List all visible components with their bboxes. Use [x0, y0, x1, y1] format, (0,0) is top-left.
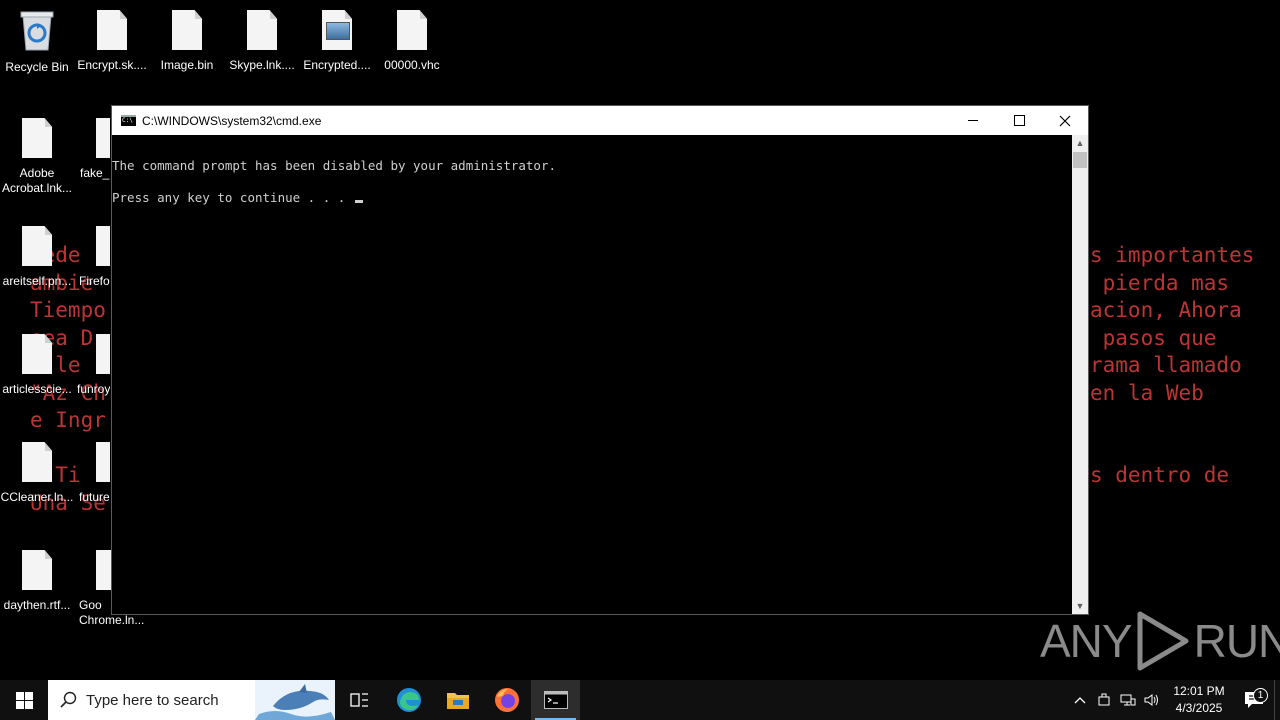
notification-count-badge: 1 — [1253, 688, 1268, 703]
task-view-icon — [349, 693, 368, 707]
search-icon — [60, 691, 77, 708]
maximize-button[interactable] — [996, 106, 1042, 135]
desktop-icon-firefox[interactable]: Firefo — [74, 226, 110, 289]
desktop-icon-label: funroy — [77, 382, 110, 396]
file-icon — [22, 226, 52, 266]
firefox-button[interactable] — [482, 680, 531, 720]
file-icon — [22, 550, 52, 590]
file-icon — [22, 442, 52, 482]
desktop-icon-label: Encrypted.... — [303, 58, 371, 72]
taskbar-search-box[interactable]: Type here to search — [48, 680, 335, 720]
action-center-button[interactable]: 1 — [1234, 688, 1274, 709]
file-icon — [247, 10, 277, 50]
desktop-icon-label: future — [79, 490, 110, 504]
desktop-icon-label: Skype.lnk.... — [229, 58, 295, 72]
desktop-icon-vhc[interactable]: 00000.vhc — [375, 10, 449, 73]
scroll-up-icon[interactable]: ▲ — [1072, 135, 1088, 151]
file-icon — [397, 10, 427, 50]
desktop-icon-label: CCleaner.ln... — [0, 490, 74, 504]
scroll-thumb[interactable] — [1073, 152, 1087, 168]
anyrun-watermark: ANY RUN — [1040, 610, 1280, 672]
desktop-icon-label: Encrypt.sk.... — [77, 58, 147, 72]
desktop-icon-label: 00000.vhc — [384, 58, 440, 72]
network-icon — [1120, 694, 1136, 706]
desktop-icon-label: articlesscie... — [2, 382, 72, 396]
desktop-icon-skype[interactable]: Skype.lnk.... — [225, 10, 299, 73]
maximize-icon — [1013, 115, 1025, 126]
search-placeholder: Type here to search — [86, 691, 219, 709]
desktop-icon-label: Firefo — [79, 274, 110, 288]
cmd-icon — [543, 691, 568, 709]
text-file-icon — [96, 118, 110, 158]
text-cursor — [354, 200, 363, 203]
clock-time: 12:01 PM — [1173, 684, 1225, 698]
tray-device-button[interactable] — [1092, 693, 1116, 707]
file-icon — [22, 334, 52, 374]
desktop-icon-encrypt-sk[interactable]: Encrypt.sk.... — [75, 10, 149, 73]
speaker-icon — [1144, 694, 1158, 706]
file-icon — [22, 118, 52, 158]
file-icon — [96, 442, 110, 482]
firefox-icon — [494, 688, 519, 712]
minimize-button[interactable] — [950, 106, 996, 135]
task-view-button[interactable] — [335, 680, 384, 720]
console-line: Press any key to continue . . . — [112, 190, 353, 205]
usb-device-icon — [1098, 693, 1110, 706]
close-button[interactable] — [1042, 106, 1088, 135]
cmd-taskbar-button[interactable] — [531, 680, 580, 720]
desktop-icon-label: Image.bin — [160, 58, 214, 72]
background-text-right: s importantes pierda mas acion, Ahora pa… — [1090, 243, 1255, 487]
watermark-right: RUN — [1193, 615, 1280, 667]
desktop-icon-ccleaner[interactable]: CCleaner.ln... — [0, 442, 74, 505]
close-icon — [1059, 115, 1071, 126]
desktop-icon-label: Recycle Bin — [5, 60, 69, 74]
title-bar[interactable]: C:\WINDOWS\system32\cmd.exe — [112, 106, 1088, 135]
desktop-icon-future[interactable]: future — [74, 442, 110, 505]
file-icon — [96, 334, 110, 374]
console-line: The command prompt has been disabled by … — [112, 158, 557, 173]
file-explorer-button[interactable] — [433, 680, 482, 720]
network-button[interactable] — [1116, 693, 1140, 707]
watermark-left: ANY — [1040, 615, 1133, 667]
search-highlight-dolphin-icon — [255, 680, 335, 720]
cmd-window[interactable]: C:\WINDOWS\system32\cmd.exe The command … — [111, 105, 1089, 615]
edge-button[interactable] — [384, 680, 433, 720]
image-file-icon — [322, 10, 352, 50]
volume-button[interactable] — [1140, 693, 1164, 707]
file-explorer-icon — [446, 693, 469, 709]
show-desktop-button[interactable] — [1274, 680, 1280, 720]
desktop-icon-recycle-bin[interactable]: Recycle Bin — [0, 8, 74, 75]
desktop-icon-adobe[interactable]: Adobe Acrobat.lnk... — [0, 118, 74, 196]
show-hidden-icons-button[interactable] — [1068, 696, 1092, 704]
desktop-icon-funroy[interactable]: funroy — [74, 334, 110, 397]
desktop-icon-label: daythen.rtf... — [3, 598, 71, 612]
windows-logo-icon — [15, 691, 33, 709]
console-output[interactable]: The command prompt has been disabled by … — [112, 135, 1072, 614]
window-title: C:\WINDOWS\system32\cmd.exe — [142, 113, 322, 128]
desktop-icon-areitself[interactable]: areitself.pn... — [0, 226, 74, 289]
file-icon — [96, 226, 110, 266]
taskbar: Type here to search 12:01 PM 4/3/2025 1 — [0, 680, 1280, 720]
minimize-icon — [968, 120, 978, 121]
desktop-icon-label: areitself.pn... — [2, 274, 72, 288]
chevron-up-icon — [1074, 697, 1086, 704]
desktop-icon-label: fake_l — [80, 166, 110, 180]
file-icon — [97, 10, 127, 50]
desktop-icon-encrypted[interactable]: Encrypted.... — [300, 10, 374, 73]
recycle-bin-icon — [20, 11, 54, 51]
vertical-scrollbar[interactable]: ▲ ▼ — [1072, 135, 1088, 614]
play-triangle-icon — [1137, 611, 1189, 671]
desktop-icon-daythen[interactable]: daythen.rtf... — [0, 550, 74, 613]
clock-date: 4/3/2025 — [1175, 701, 1223, 715]
desktop-icon-fake[interactable]: fake_l — [74, 118, 110, 181]
cmd-app-icon — [121, 115, 136, 126]
desktop-icon-label: Adobe Acrobat.lnk... — [1, 166, 73, 195]
edge-icon — [396, 688, 421, 712]
desktop-icon-image-bin[interactable]: Image.bin — [150, 10, 224, 73]
clock[interactable]: 12:01 PM 4/3/2025 — [1164, 683, 1234, 717]
start-button[interactable] — [0, 680, 48, 720]
system-tray: 12:01 PM 4/3/2025 1 — [1068, 680, 1280, 720]
desktop-icon-articlesscie[interactable]: articlesscie... — [0, 334, 74, 397]
file-icon — [172, 10, 202, 50]
